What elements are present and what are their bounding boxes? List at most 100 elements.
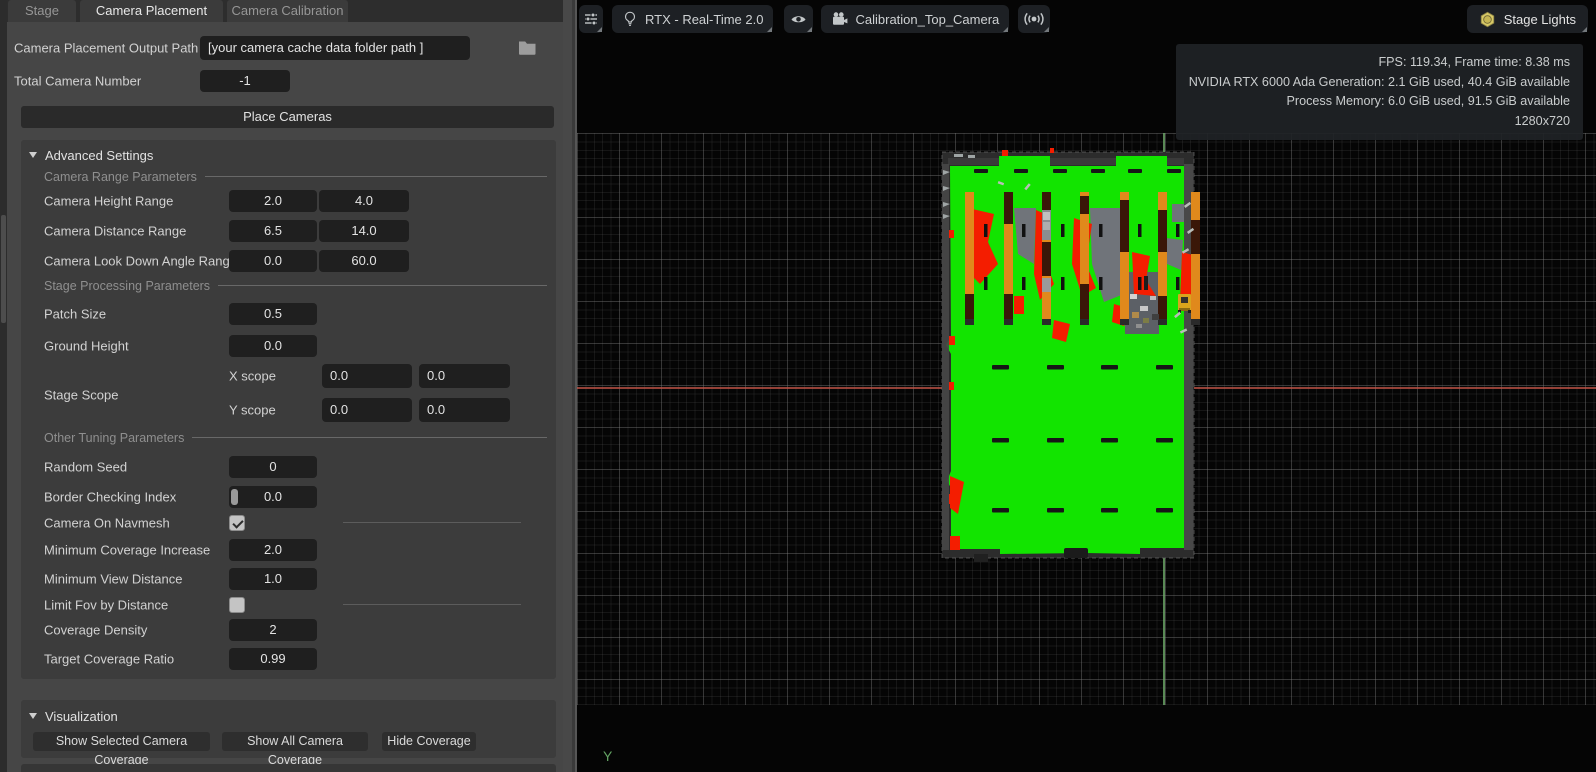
panel-scrollbar-thumb[interactable] — [1, 215, 6, 323]
field-value: 2.0 — [264, 193, 282, 208]
visualization-header[interactable]: Visualization — [29, 708, 118, 724]
advanced-settings-header[interactable]: Advanced Settings — [29, 147, 153, 163]
group-rule — [218, 285, 547, 286]
limit-fov-checkbox[interactable] — [229, 597, 245, 613]
border-checking-label: Border Checking Index — [44, 490, 176, 505]
gpu-memory-line: NVIDIA RTX 6000 Ada Generation: 2.1 GiB … — [1189, 73, 1570, 93]
forklift — [1178, 294, 1191, 313]
min-coverage-increase-field[interactable]: 2.0 — [229, 539, 317, 561]
target-coverage-ratio-field[interactable]: 0.99 — [229, 648, 317, 670]
show-selected-coverage-button[interactable]: Show Selected Camera Coverage — [33, 732, 210, 751]
collapse-triangle-icon — [29, 152, 37, 158]
dropdown-corner — [1044, 27, 1049, 32]
field-value: 60.0 — [351, 253, 376, 268]
dropdown-corner — [1582, 27, 1587, 32]
tab-camera-calibration[interactable]: Camera Calibration — [227, 0, 348, 22]
fps-line: FPS: 119.34, Frame time: 8.38 ms — [1189, 53, 1570, 73]
renderer-selector-button[interactable]: RTX - Real-Time 2.0 — [612, 5, 773, 33]
camera-height-range-label: Camera Height Range — [44, 194, 173, 209]
tab-label: Camera Placement — [96, 3, 207, 18]
x-scope-label: X scope — [229, 369, 276, 384]
camera-distance-min-field[interactable]: 6.5 — [229, 220, 317, 242]
axis-gizmo-y-label: Y — [603, 748, 612, 764]
other-tuning-group-header: Other Tuning Parameters — [44, 430, 547, 445]
patch-size-label: Patch Size — [44, 307, 106, 322]
visualization-section: Visualization Show Selected Camera Cover… — [21, 700, 556, 758]
stage-lights-icon — [1479, 11, 1496, 28]
look-down-min-field[interactable]: 0.0 — [229, 250, 317, 272]
collapse-triangle-icon — [29, 713, 37, 719]
panel-splitter[interactable] — [563, 0, 577, 772]
camera-distance-range-label: Camera Distance Range — [44, 224, 186, 239]
slider-handle[interactable] — [231, 489, 238, 505]
y-scope-min-field[interactable]: 0.0 — [322, 398, 412, 422]
button-label: Show All Camera Coverage — [247, 734, 343, 767]
y-scope-max-field[interactable]: 0.0 — [419, 398, 510, 422]
place-cameras-button[interactable]: Place Cameras — [21, 106, 554, 128]
field-value: 4.0 — [355, 193, 373, 208]
camera-look-down-label: Camera Look Down Angle Range — [44, 254, 237, 269]
camera-placement-panel: Stage Camera Placement Camera Calibratio… — [7, 0, 563, 772]
active-camera-name: Calibration_Top_Camera — [855, 12, 999, 27]
total-camera-value: -1 — [239, 73, 251, 88]
process-memory-line: Process Memory: 6.0 GiB used, 91.5 GiB a… — [1189, 92, 1570, 112]
video-camera-icon — [831, 11, 848, 27]
application-window: Stage Camera Placement Camera Calibratio… — [0, 0, 1596, 772]
field-value: 0.0 — [427, 402, 445, 417]
section-title: Visualization — [45, 709, 118, 724]
target-coverage-ratio-label: Target Coverage Ratio — [44, 652, 174, 667]
group-rule — [205, 176, 547, 177]
stage-scope-label: Stage Scope — [44, 388, 118, 403]
stage-coverage-map — [938, 146, 1202, 564]
tab-bar: Stage Camera Placement Camera Calibratio… — [7, 0, 563, 22]
field-value: 0.0 — [264, 489, 282, 504]
viewport-settings-button[interactable] — [579, 5, 603, 33]
x-scope-max-field[interactable]: 0.0 — [419, 364, 510, 388]
camera-distance-max-field[interactable]: 14.0 — [319, 220, 409, 242]
dropdown-corner — [767, 27, 772, 32]
settings-sliders-icon — [583, 11, 599, 27]
x-scope-min-field[interactable]: 0.0 — [322, 364, 412, 388]
ground-height-field[interactable]: 0.0 — [229, 335, 317, 357]
button-label: Show Selected Camera Coverage — [56, 734, 187, 767]
camera-on-navmesh-label: Camera On Navmesh — [44, 516, 170, 531]
group-rule — [192, 437, 547, 438]
look-down-max-field[interactable]: 60.0 — [319, 250, 409, 272]
min-view-distance-label: Minimum View Distance — [44, 572, 182, 587]
field-value: 0.0 — [264, 253, 282, 268]
limit-fov-label: Limit Fov by Distance — [44, 598, 168, 613]
field-value: 0.0 — [330, 402, 348, 417]
camera-selector-button[interactable]: Calibration_Top_Camera — [821, 5, 1009, 33]
output-path-value: [your camera cache data folder path ] — [208, 40, 423, 55]
output-path-label: Camera Placement Output Path — [14, 41, 198, 56]
border-checking-field[interactable]: 0.0 — [229, 486, 317, 508]
patch-size-field[interactable]: 0.5 — [229, 303, 317, 325]
next-section-partial — [21, 764, 556, 772]
field-value: 2 — [269, 622, 276, 637]
stage-processing-group-header: Stage Processing Parameters — [44, 278, 547, 293]
hide-coverage-button[interactable]: Hide Coverage — [382, 732, 476, 751]
tab-camera-placement[interactable]: Camera Placement — [80, 0, 223, 22]
output-path-input[interactable]: [your camera cache data folder path ] — [200, 36, 470, 60]
stage-lights-button[interactable]: Stage Lights — [1467, 5, 1588, 33]
min-view-distance-field[interactable]: 1.0 — [229, 568, 317, 590]
total-camera-input[interactable]: -1 — [200, 70, 290, 92]
visibility-button[interactable] — [784, 5, 813, 33]
dropdown-corner — [1003, 27, 1008, 32]
coverage-density-field[interactable]: 2 — [229, 619, 317, 641]
tab-stage[interactable]: Stage — [8, 0, 76, 22]
tab-label: Stage — [25, 3, 59, 18]
y-scope-label: Y scope — [229, 403, 276, 418]
viewport-canvas[interactable]: RTX - Real-Time 2.0 Calibration_Top_Came… — [577, 0, 1596, 772]
field-value: 0 — [269, 459, 276, 474]
total-camera-label: Total Camera Number — [14, 74, 141, 89]
live-sync-button[interactable] — [1018, 5, 1050, 33]
folder-icon[interactable] — [518, 39, 537, 56]
field-value: 0.0 — [264, 338, 282, 353]
random-seed-field[interactable]: 0 — [229, 456, 317, 478]
show-all-coverage-button[interactable]: Show All Camera Coverage — [222, 732, 368, 751]
camera-height-max-field[interactable]: 4.0 — [319, 190, 409, 212]
row-divider — [343, 604, 521, 605]
camera-height-min-field[interactable]: 2.0 — [229, 190, 317, 212]
camera-on-navmesh-checkbox[interactable] — [229, 515, 245, 531]
